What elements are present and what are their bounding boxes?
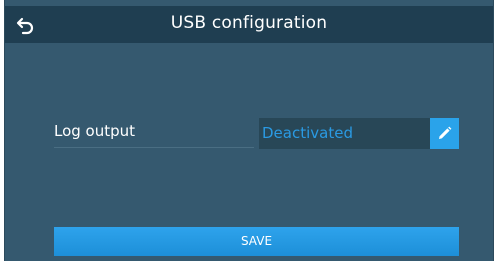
header-bar: USB configuration [5, 6, 493, 43]
usb-configuration-screen: USB configuration Log output Deactivated… [4, 0, 494, 261]
log-output-value-field[interactable]: Deactivated [259, 118, 459, 149]
divider [54, 147, 254, 148]
log-output-value: Deactivated [262, 124, 353, 142]
page-title: USB configuration [170, 13, 328, 33]
save-button[interactable]: SAVE [54, 227, 459, 256]
edit-button[interactable] [430, 118, 459, 149]
pencil-icon [439, 126, 452, 139]
log-output-label: Log output [54, 122, 136, 140]
